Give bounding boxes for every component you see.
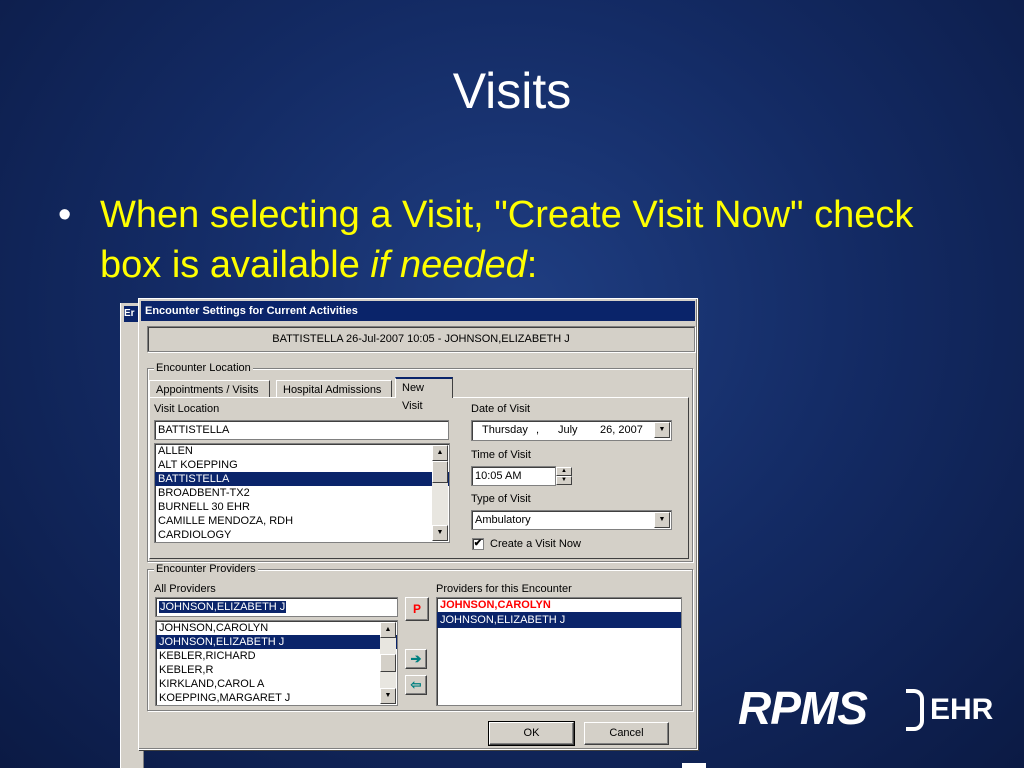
- list-item-selected[interactable]: JOHNSON,ELIZABETH J: [156, 635, 397, 649]
- set-primary-provider-button[interactable]: P: [405, 597, 429, 621]
- encounter-providers-group: Encounter Providers All Providers JOHNSO…: [147, 563, 693, 711]
- list-item[interactable]: JOHNSON,CAROLYN: [156, 621, 397, 635]
- new-visit-tab-page: Visit Location BATTISTELLA ALLEN ALT KOE…: [149, 397, 689, 559]
- encounter-location-label: Encounter Location: [154, 362, 253, 374]
- scroll-thumb[interactable]: [380, 654, 396, 672]
- encounter-info-panel: BATTISTELLA 26-Jul-2007 10:05 - JOHNSON,…: [147, 326, 695, 352]
- all-providers-label: All Providers: [154, 583, 216, 595]
- primary-provider-item[interactable]: JOHNSON,CAROLYN: [437, 598, 681, 612]
- all-providers-list[interactable]: JOHNSON,CAROLYN JOHNSON,ELIZABETH J KEBL…: [155, 620, 398, 706]
- date-separator: ,: [536, 424, 540, 436]
- create-visit-now-label[interactable]: Create a Visit Now: [490, 538, 581, 551]
- encounter-location-group: Encounter Location Appointments / Visits…: [147, 362, 693, 562]
- type-of-visit-label: Type of Visit: [471, 493, 531, 505]
- list-item[interactable]: KEBLER,RICHARD: [156, 649, 397, 663]
- list-item[interactable]: BURNELL 30 EHR: [155, 500, 449, 514]
- scroll-up-icon[interactable]: ▲: [380, 622, 396, 638]
- chevron-down-icon[interactable]: ▼: [654, 422, 670, 438]
- providers-list-scrollbar[interactable]: ▲ ▼: [380, 622, 396, 704]
- create-visit-now-checkbox[interactable]: ✔: [472, 538, 484, 550]
- provider-search-value: JOHNSON,ELIZABETH J: [159, 601, 287, 613]
- encounter-settings-dialog: Encounter Settings for Current Activitie…: [138, 298, 698, 750]
- visit-location-list[interactable]: ALLEN ALT KOEPPING BATTISTELLA BROADBENT…: [154, 443, 450, 543]
- visit-location-label: Visit Location: [154, 403, 220, 415]
- tab-hospital-admissions[interactable]: Hospital Admissions: [276, 380, 392, 398]
- list-item[interactable]: ALLEN: [155, 444, 449, 458]
- slide-title: Visits: [452, 63, 572, 119]
- bullet-text: When selecting a Visit, "Create Visit No…: [100, 194, 914, 286]
- time-of-visit-label: Time of Visit: [471, 449, 531, 461]
- provider-search-input[interactable]: JOHNSON,ELIZABETH J: [155, 597, 398, 617]
- scroll-down-icon[interactable]: ▼: [380, 688, 396, 704]
- chevron-down-icon[interactable]: ▼: [654, 512, 670, 528]
- type-of-visit-value: Ambulatory: [475, 514, 531, 526]
- list-item[interactable]: KEBLER,R: [156, 663, 397, 677]
- date-day-year: 26, 2007: [600, 424, 643, 436]
- logo-rpms: RPMS: [738, 682, 868, 734]
- date-of-visit-picker[interactable]: Thursday , July 26, 2007 ▼: [471, 420, 672, 441]
- tab-appointments-visits[interactable]: Appointments / Visits: [149, 380, 270, 398]
- date-of-visit-label: Date of Visit: [471, 403, 531, 415]
- list-item-selected[interactable]: JOHNSON,ELIZABETH J: [437, 612, 681, 628]
- scroll-thumb[interactable]: [432, 461, 448, 483]
- logo-ehr: EHR: [930, 693, 994, 726]
- cancel-button[interactable]: Cancel: [584, 722, 669, 745]
- add-provider-arrow-icon[interactable]: ➔: [405, 649, 427, 669]
- remove-provider-arrow-icon[interactable]: ⇦: [405, 675, 427, 695]
- spin-up-icon[interactable]: ▲: [556, 467, 572, 476]
- list-item[interactable]: CAMILLE MENDOZA, RDH: [155, 514, 449, 528]
- type-of-visit-select[interactable]: Ambulatory ▼: [471, 510, 672, 530]
- encounter-providers-list-label: Providers for this Encounter: [436, 583, 572, 595]
- list-item[interactable]: CARDIOLOGY: [155, 528, 449, 542]
- list-item-selected[interactable]: BATTISTELLA: [155, 472, 449, 486]
- scroll-up-icon[interactable]: ▲: [432, 445, 448, 461]
- corner-mark: [682, 763, 706, 768]
- tab-new-visit[interactable]: New Visit: [395, 377, 453, 412]
- encounter-providers-list[interactable]: JOHNSON,CAROLYN JOHNSON,ELIZABETH J: [436, 597, 682, 706]
- list-item[interactable]: KIRKLAND,CAROL A: [156, 677, 397, 691]
- visit-location-input[interactable]: BATTISTELLA: [154, 420, 449, 440]
- scroll-down-icon[interactable]: ▼: [432, 525, 448, 541]
- date-weekday: Thursday: [482, 424, 528, 436]
- bullet-marker: •: [58, 194, 72, 236]
- date-month: July: [558, 424, 578, 436]
- encounter-providers-label: Encounter Providers: [154, 563, 258, 575]
- time-of-visit-input[interactable]: 10:05 AM: [471, 466, 556, 486]
- logo-bracket: [906, 689, 924, 731]
- dialog-title: Encounter Settings for Current Activitie…: [141, 301, 695, 321]
- list-item[interactable]: ALT KOEPPING: [155, 458, 449, 472]
- location-list-scrollbar[interactable]: ▲ ▼: [432, 445, 448, 541]
- ok-button[interactable]: OK: [488, 721, 575, 746]
- spin-down-icon[interactable]: ▼: [556, 476, 572, 485]
- list-item[interactable]: BROADBENT-TX2: [155, 486, 449, 500]
- time-spinner[interactable]: ▲ ▼: [556, 467, 572, 485]
- list-item[interactable]: KOEPPING,MARGARET J: [156, 691, 397, 705]
- bullet-emphasis: if needed: [370, 244, 527, 286]
